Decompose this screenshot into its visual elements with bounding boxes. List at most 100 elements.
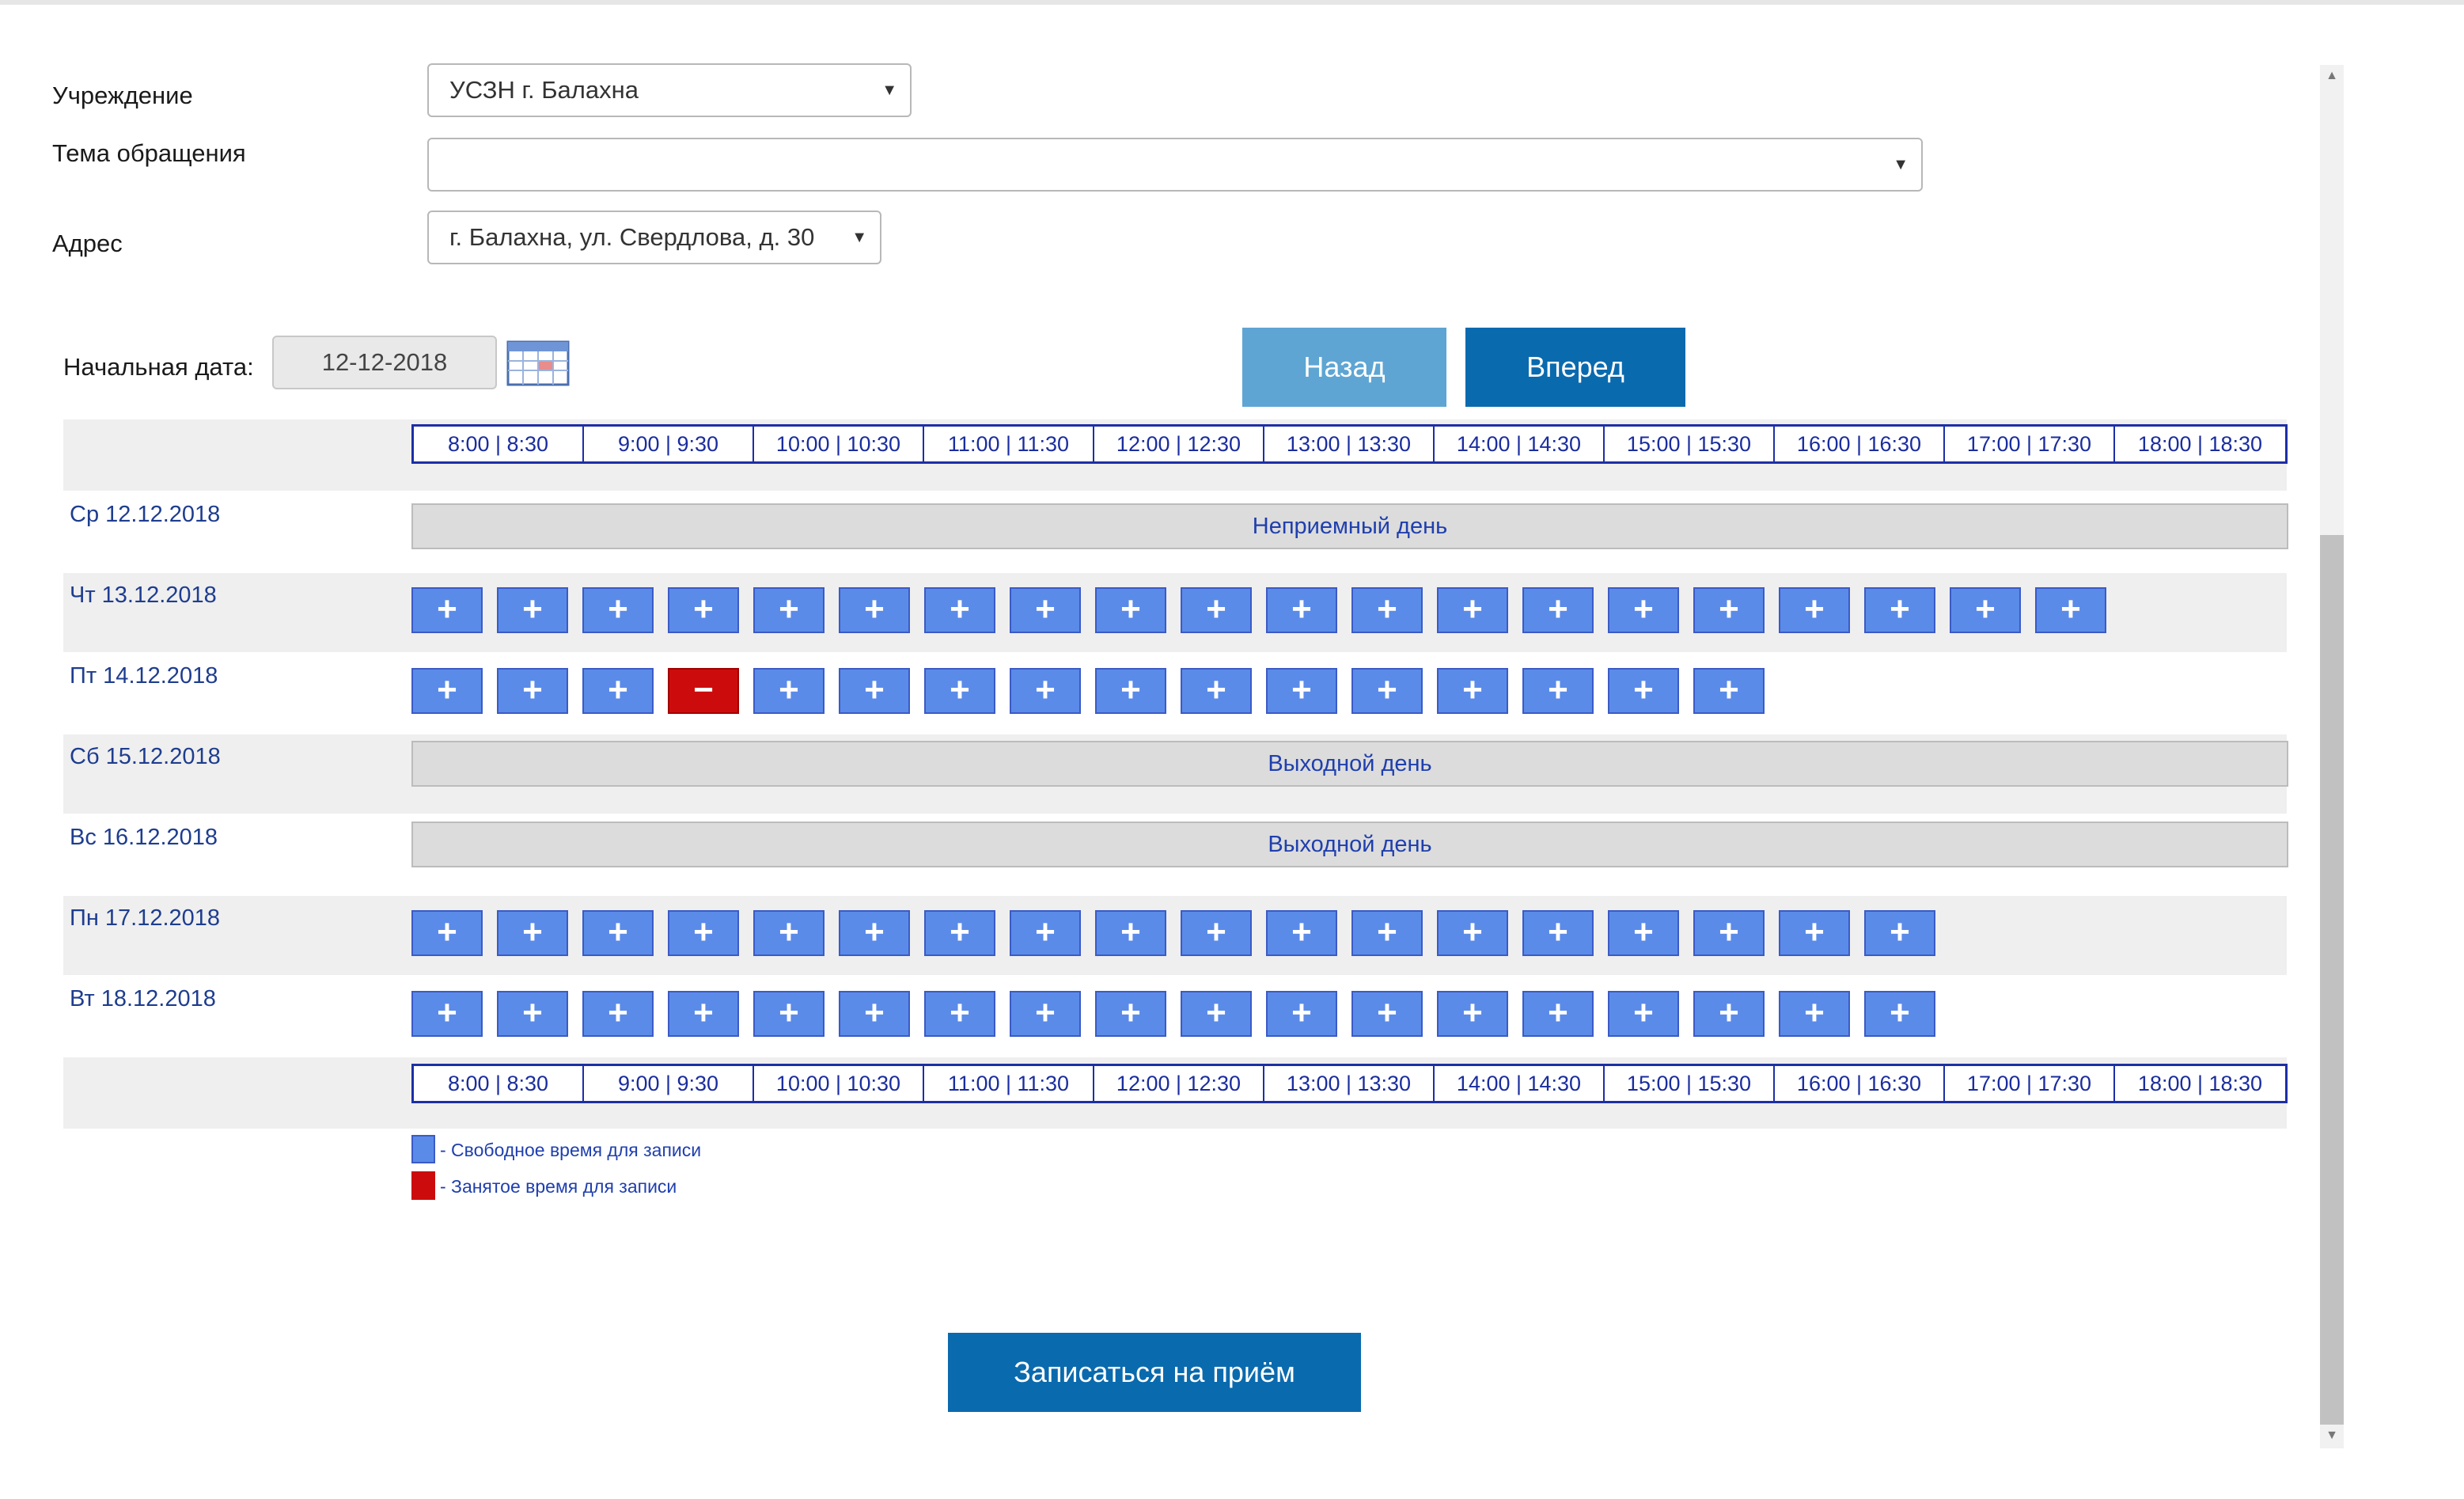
free-slot-button[interactable]: +: [582, 587, 654, 633]
free-slot-button[interactable]: +: [411, 910, 483, 956]
day-row: Пт 14.12.2018 + + + − + + + + + + + + + …: [63, 654, 2287, 733]
free-slot-button[interactable]: +: [1010, 668, 1081, 714]
free-slot-button[interactable]: +: [1181, 668, 1252, 714]
free-slot-button[interactable]: +: [497, 587, 568, 633]
time-header-row-top: 8:00 | 8:30 9:00 | 9:30 10:00 | 10:30 11…: [63, 419, 2288, 491]
free-slot-button[interactable]: +: [1693, 668, 1765, 714]
free-slot-button[interactable]: +: [1266, 668, 1337, 714]
free-slot-button[interactable]: +: [1693, 587, 1765, 633]
free-slot-button[interactable]: +: [1010, 910, 1081, 956]
dropdown-arrow-icon: ▼: [851, 229, 867, 246]
time-header-cell: 12:00 | 12:30: [1094, 1066, 1264, 1101]
busy-slot-button[interactable]: −: [668, 668, 739, 714]
free-slot-button[interactable]: +: [753, 587, 824, 633]
free-slot-button[interactable]: +: [1095, 587, 1166, 633]
time-header-cell: 12:00 | 12:30: [1094, 427, 1264, 461]
day-label: Пн 17.12.2018: [70, 905, 221, 931]
free-slot-button[interactable]: +: [1266, 991, 1337, 1037]
free-slot-button[interactable]: +: [1351, 668, 1423, 714]
free-slot-button[interactable]: +: [839, 587, 910, 633]
free-slot-button[interactable]: +: [1181, 910, 1252, 956]
free-slot-button[interactable]: +: [1693, 991, 1765, 1037]
free-slot-button[interactable]: +: [839, 668, 910, 714]
free-slot-button[interactable]: +: [1779, 587, 1850, 633]
free-slot-button[interactable]: +: [1950, 587, 2021, 633]
free-slot-button[interactable]: +: [2035, 587, 2106, 633]
free-slot-button[interactable]: +: [668, 910, 739, 956]
free-slot-button[interactable]: +: [1437, 587, 1508, 633]
address-select[interactable]: г. Балахна, ул. Свердлова, д. 30 ▼: [427, 211, 881, 264]
free-slot-button[interactable]: +: [497, 910, 568, 956]
free-slot-button[interactable]: +: [1010, 991, 1081, 1037]
free-slot-button[interactable]: +: [668, 991, 739, 1037]
free-slot-button[interactable]: +: [1181, 587, 1252, 633]
start-date-input[interactable]: 12-12-2018: [272, 336, 497, 389]
free-slot-button[interactable]: +: [1779, 991, 1850, 1037]
free-slot-button[interactable]: +: [924, 587, 995, 633]
calendar-icon[interactable]: [506, 337, 570, 386]
time-header-row-bottom: 8:00 | 8:30 9:00 | 9:30 10:00 | 10:30 11…: [63, 1057, 2288, 1129]
free-slot-button[interactable]: +: [1266, 587, 1337, 633]
free-slot-button[interactable]: +: [1864, 991, 1935, 1037]
free-slot-button[interactable]: +: [924, 991, 995, 1037]
free-slot-button[interactable]: +: [1522, 587, 1594, 633]
free-slot-button[interactable]: +: [1522, 991, 1594, 1037]
scroll-down-arrow-icon[interactable]: ▼: [2320, 1425, 2344, 1447]
free-slot-button[interactable]: +: [1779, 910, 1850, 956]
free-slot-button[interactable]: +: [1351, 910, 1423, 956]
free-slot-button[interactable]: +: [1522, 910, 1594, 956]
free-slot-button[interactable]: +: [1095, 910, 1166, 956]
free-slot-button[interactable]: +: [497, 668, 568, 714]
slot-list: + + + − + + + + + + + + + + + +: [411, 668, 1765, 714]
free-slot-button[interactable]: +: [1266, 910, 1337, 956]
back-button[interactable]: Назад: [1242, 328, 1446, 407]
free-slot-button[interactable]: +: [1095, 991, 1166, 1037]
free-slot-button[interactable]: +: [1864, 587, 1935, 633]
free-slot-button[interactable]: +: [1522, 668, 1594, 714]
scroll-up-arrow-icon[interactable]: ▲: [2320, 65, 2344, 87]
free-slot-button[interactable]: +: [753, 991, 824, 1037]
free-slot-button[interactable]: +: [582, 668, 654, 714]
institution-select[interactable]: УСЗН г. Балахна ▼: [427, 63, 912, 117]
free-slot-button[interactable]: +: [1351, 991, 1423, 1037]
free-slot-button[interactable]: +: [1437, 910, 1508, 956]
free-slot-button[interactable]: +: [1095, 668, 1166, 714]
free-slot-button[interactable]: +: [1010, 587, 1081, 633]
free-slot-button[interactable]: +: [1608, 668, 1679, 714]
free-slot-button[interactable]: +: [1351, 587, 1423, 633]
free-slot-button[interactable]: +: [1437, 668, 1508, 714]
time-header-cell: 17:00 | 17:30: [1945, 427, 2115, 461]
time-header-cell: 16:00 | 16:30: [1775, 427, 1945, 461]
forward-button[interactable]: Вперед: [1465, 328, 1685, 407]
topic-select[interactable]: ▼: [427, 138, 1923, 192]
free-slot-button[interactable]: +: [411, 587, 483, 633]
free-slot-button[interactable]: +: [668, 587, 739, 633]
day-label: Вс 16.12.2018: [70, 825, 218, 850]
free-slot-button[interactable]: +: [839, 910, 910, 956]
free-slot-button[interactable]: +: [1864, 910, 1935, 956]
day-label: Вт 18.12.2018: [70, 986, 216, 1011]
free-slot-button[interactable]: +: [497, 991, 568, 1037]
free-slot-button[interactable]: +: [582, 991, 654, 1037]
day-row: Вт 18.12.2018 + + + + + + + + + + + + + …: [63, 977, 2287, 1056]
time-header: 8:00 | 8:30 9:00 | 9:30 10:00 | 10:30 11…: [411, 1064, 2288, 1103]
free-slot-button[interactable]: +: [839, 991, 910, 1037]
free-slot-button[interactable]: +: [1693, 910, 1765, 956]
free-slot-button[interactable]: +: [1437, 991, 1508, 1037]
time-header-cell: 13:00 | 13:30: [1264, 1066, 1435, 1101]
free-slot-button[interactable]: +: [1608, 991, 1679, 1037]
free-slot-button[interactable]: +: [411, 668, 483, 714]
free-slot-button[interactable]: +: [1181, 991, 1252, 1037]
free-slot-button[interactable]: +: [1608, 910, 1679, 956]
free-slot-button[interactable]: +: [582, 910, 654, 956]
submit-appointment-button[interactable]: Записаться на приём: [948, 1333, 1361, 1412]
free-slot-button[interactable]: +: [411, 991, 483, 1037]
day-label: Пт 14.12.2018: [70, 663, 218, 689]
free-slot-button[interactable]: +: [924, 910, 995, 956]
scrollbar-thumb[interactable]: [2320, 535, 2344, 1425]
free-slot-button[interactable]: +: [753, 668, 824, 714]
free-slot-button[interactable]: +: [1608, 587, 1679, 633]
free-slot-button[interactable]: +: [753, 910, 824, 956]
free-slot-button[interactable]: +: [924, 668, 995, 714]
time-header-cell: 17:00 | 17:30: [1945, 1066, 2115, 1101]
